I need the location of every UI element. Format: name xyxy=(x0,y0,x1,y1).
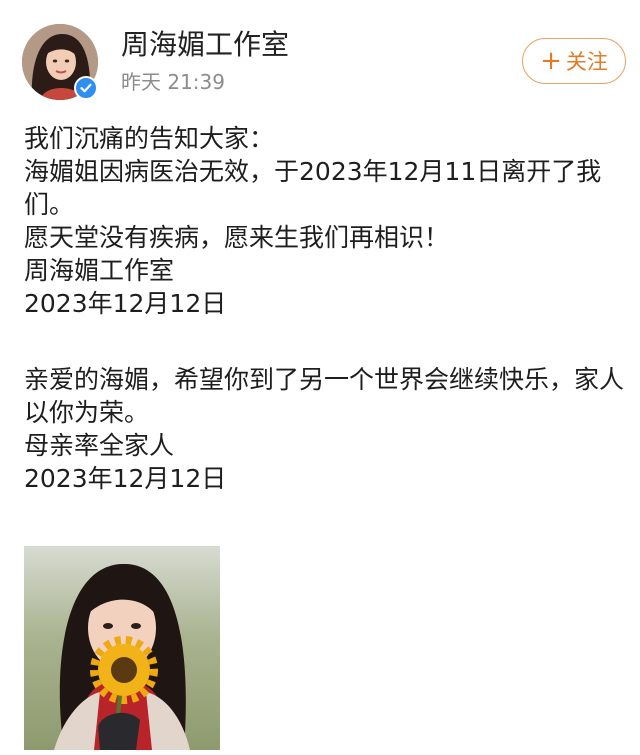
post-header: 周海媚工作室 昨天 21:39 + 关注 xyxy=(0,0,640,110)
username[interactable]: 周海媚工作室 xyxy=(121,28,289,62)
post-line: 我们沉痛的告知大家： xyxy=(24,124,275,153)
post-line: 2023年12月12日 xyxy=(24,464,227,493)
post-line: 周海媚工作室 xyxy=(24,256,175,285)
post-timestamp: 昨天 21:39 xyxy=(121,70,225,94)
follow-button-label: 关注 xyxy=(565,50,608,74)
post-line: 母亲率全家人 xyxy=(24,431,175,460)
post-line: 亲爱的海媚，希望你到了另一个世界会继续快乐，家人以你为荣。 xyxy=(24,365,625,427)
plus-icon: + xyxy=(540,46,562,76)
post-line: 海媚姐因病医治无效，于2023年12月11日离开了我们。 xyxy=(24,157,602,219)
post-line: 愿天堂没有疾病，愿来生我们再相识！ xyxy=(24,223,450,252)
verified-badge-icon xyxy=(74,76,98,100)
post-text: 我们沉痛的告知大家： 海媚姐因病医治无效，于2023年12月11日离开了我们。 … xyxy=(24,122,624,495)
post-line: 2023年12月12日 xyxy=(24,289,227,318)
follow-button[interactable]: + 关注 xyxy=(522,38,626,84)
post-photo[interactable] xyxy=(24,546,220,750)
portrait-with-sunflower-image xyxy=(24,546,220,750)
